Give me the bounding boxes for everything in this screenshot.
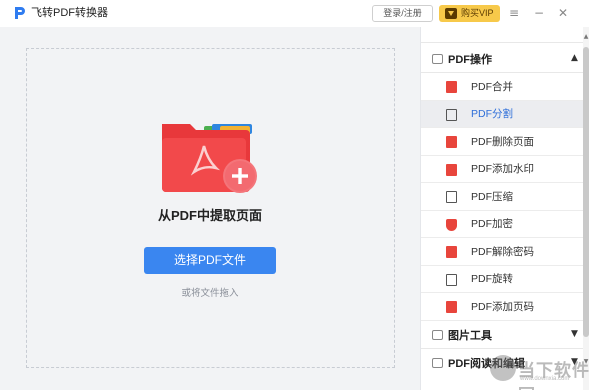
pdf-page-number-icon — [446, 301, 457, 313]
image-tools-icon — [432, 329, 443, 340]
sidebar-item-label: PDF旋转 — [471, 273, 513, 286]
section-label: 图片工具 — [448, 329, 492, 342]
close-icon[interactable]: ✕ — [554, 4, 572, 22]
drag-hint: 或将文件拖入 — [181, 288, 239, 299]
tool-sidebar: PDF操作 ▲ PDF合并 PDF分割 PDF删除页面 PDF添加水印 PDF压… — [420, 27, 600, 390]
sidebar-item-label: PDF添加水印 — [471, 163, 534, 176]
sidebar-item-pdf-compress[interactable]: PDF压缩 — [421, 183, 589, 211]
app-title: 飞转PDF转换器 — [31, 7, 108, 19]
sidebar-item-pdf-decrypt[interactable]: PDF解除密码 — [421, 238, 589, 266]
sidebar-item-pdf-rotate[interactable]: PDF旋转 — [421, 266, 589, 293]
pdf-folder-icon — [162, 124, 257, 193]
sidebar-item-label: PDF删除页面 — [471, 135, 534, 148]
sidebar-item-pdf-split[interactable]: PDF分割 — [421, 100, 589, 128]
login-register-button[interactable]: 登录/注册 — [372, 5, 433, 22]
pdf-decrypt-icon — [446, 246, 457, 258]
chevron-up-icon: ▲ — [571, 53, 578, 63]
watermark-url: www.downxia.com — [520, 376, 570, 382]
page-title: 从PDF中提取页面 — [157, 208, 262, 223]
pdf-merge-icon — [446, 81, 457, 93]
pdf-delete-page-icon — [446, 136, 457, 148]
pdf-reader-icon — [432, 358, 443, 368]
vip-diamond-icon — [445, 8, 457, 19]
pdf-watermark-icon — [446, 163, 457, 176]
watermark-logo-icon — [490, 355, 516, 381]
pdf-rotate-icon — [446, 273, 457, 286]
scrollbar-thumb[interactable] — [583, 47, 589, 337]
site-watermark: 当下软件园 www.downxia.com — [490, 352, 596, 390]
sidebar-item-pdf-encrypt[interactable]: PDF加密 — [421, 211, 589, 238]
section-label: PDF操作 — [448, 53, 492, 66]
pdf-operations-icon — [432, 53, 443, 64]
menu-icon[interactable]: ≡ — [505, 4, 523, 22]
sidebar-top-divider — [421, 27, 589, 43]
sidebar-item-label: PDF合并 — [471, 80, 513, 93]
sidebar-item-label: PDF压缩 — [471, 190, 513, 203]
section-pdf-operations[interactable]: PDF操作 ▲ — [421, 45, 589, 73]
title-bar: 飞转PDF转换器 登录/注册 购买VIP ≡ − ✕ — [0, 0, 600, 27]
scroll-up-icon[interactable]: ▲ — [583, 33, 589, 40]
sidebar-item-label: PDF添加页码 — [471, 300, 534, 313]
chevron-down-icon: ▼ — [571, 329, 578, 339]
sidebar-item-label: PDF分割 — [471, 108, 513, 121]
section-image-tools[interactable]: 图片工具 ▼ — [421, 321, 589, 349]
pdf-split-icon — [446, 108, 457, 121]
sidebar-item-pdf-merge[interactable]: PDF合并 — [421, 73, 589, 101]
sidebar-item-label: PDF解除密码 — [471, 245, 534, 258]
minimize-icon[interactable]: − — [530, 4, 548, 22]
sidebar-item-pdf-page-number[interactable]: PDF添加页码 — [421, 293, 589, 321]
pdf-encrypt-icon — [446, 218, 457, 231]
watermark-text: 当下软件园 — [518, 361, 590, 390]
sidebar-item-pdf-watermark[interactable]: PDF添加水印 — [421, 156, 589, 183]
choose-pdf-file-button[interactable]: 选择PDF文件 — [144, 247, 276, 274]
buy-vip-label: 购买VIP — [461, 8, 494, 18]
pdf-compress-icon — [446, 191, 457, 203]
sidebar-item-label: PDF加密 — [471, 218, 513, 231]
sidebar-item-pdf-delete-page[interactable]: PDF删除页面 — [421, 128, 589, 156]
buy-vip-button[interactable]: 购买VIP — [439, 5, 500, 22]
app-logo-icon — [15, 7, 25, 19]
